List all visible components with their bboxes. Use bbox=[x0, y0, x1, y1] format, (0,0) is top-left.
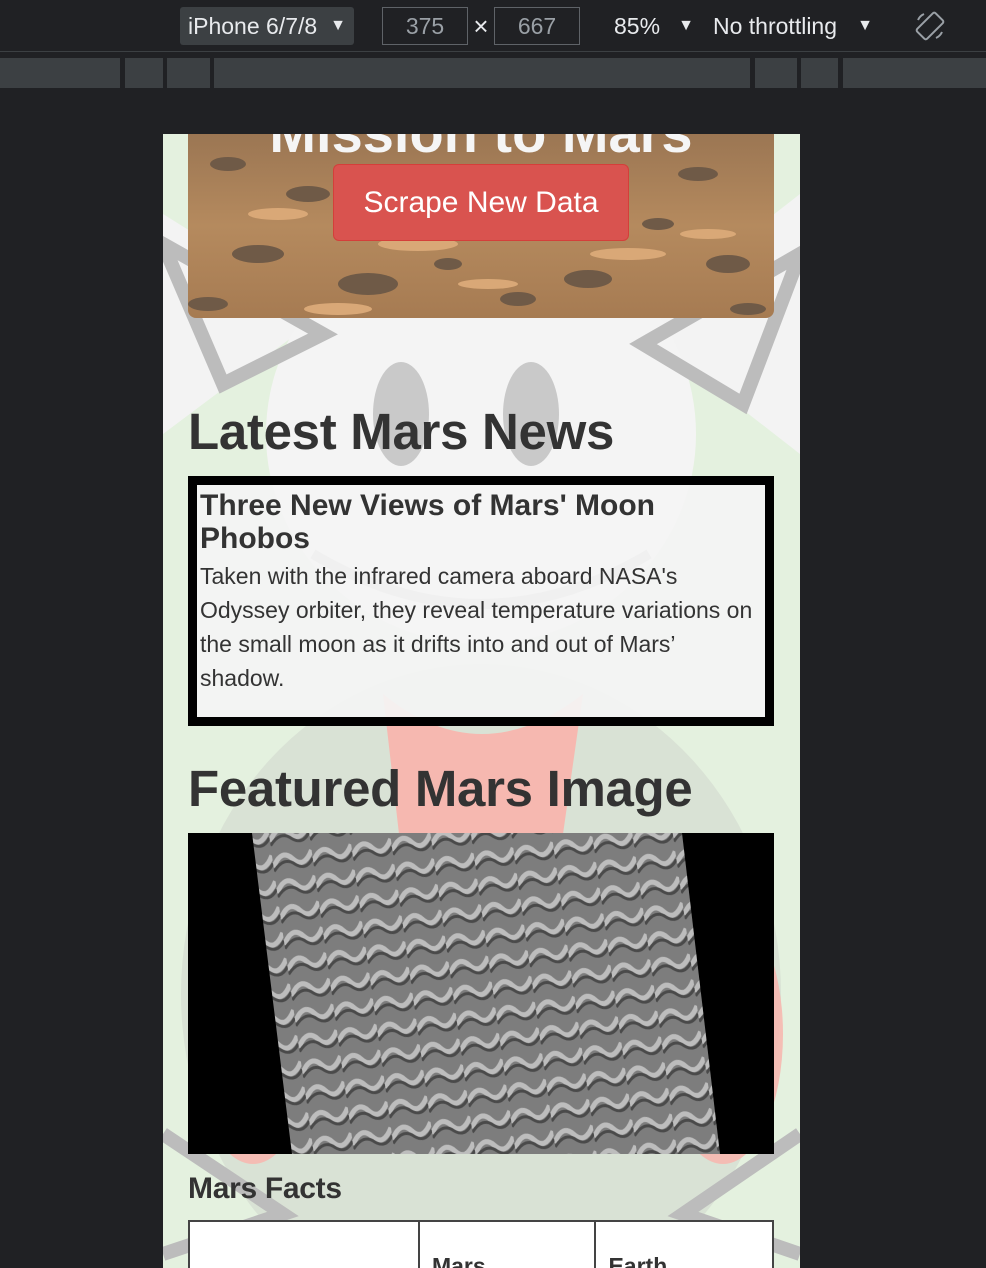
table-header-cell: Earth bbox=[594, 1220, 774, 1268]
news-card: Three New Views of Mars' Moon Phobos Tak… bbox=[188, 476, 774, 726]
scrape-new-data-button[interactable]: Scrape New Data bbox=[333, 164, 629, 241]
device-select[interactable]: iPhone 6/7/8 ▼ bbox=[180, 7, 354, 45]
chevron-down-icon: ▼ bbox=[857, 17, 873, 34]
dimension-separator: × bbox=[473, 10, 489, 41]
news-title: Three New Views of Mars' Moon Phobos bbox=[200, 489, 656, 555]
throttling-select-label: No throttling bbox=[713, 12, 838, 39]
media-query-segment[interactable] bbox=[755, 58, 797, 88]
media-query-segment[interactable] bbox=[167, 58, 210, 88]
rotate-device-button[interactable] bbox=[912, 7, 948, 45]
zoom-select-label: 85% bbox=[614, 12, 661, 39]
media-query-segment[interactable] bbox=[125, 58, 163, 88]
device-viewport: Mission to Mars Scrape New Data Latest M… bbox=[163, 134, 800, 1268]
page-title: Mission to Mars bbox=[188, 134, 774, 165]
throttling-select[interactable]: No throttling ▼ bbox=[713, 7, 873, 45]
device-select-label: iPhone 6/7/8 bbox=[188, 12, 318, 39]
chevron-down-icon: ▼ bbox=[330, 17, 346, 34]
table-header-row: Mars Earth bbox=[188, 1220, 774, 1268]
mars-facts-table: Mars Earth bbox=[188, 1220, 774, 1268]
media-query-segment[interactable] bbox=[843, 58, 986, 88]
latest-news-heading: Latest Mars News bbox=[188, 403, 615, 460]
height-input[interactable]: 667 bbox=[494, 7, 580, 45]
media-query-segment[interactable] bbox=[0, 58, 120, 88]
chevron-down-icon: ▼ bbox=[678, 17, 694, 34]
zoom-select[interactable]: 85% ▼ bbox=[614, 7, 694, 45]
width-input[interactable]: 375 bbox=[382, 7, 468, 45]
devtools-device-toolbar: iPhone 6/7/8 ▼ 375 × 667 85% ▼ No thrott… bbox=[0, 0, 986, 52]
hero-banner: Mission to Mars Scrape New Data bbox=[188, 134, 774, 318]
table-header-cell bbox=[188, 1220, 420, 1268]
rotate-device-icon bbox=[915, 11, 945, 41]
media-query-segment[interactable] bbox=[801, 58, 838, 88]
table-header-cell: Mars bbox=[417, 1220, 597, 1268]
featured-mars-image[interactable] bbox=[188, 833, 774, 1154]
media-query-bar bbox=[0, 58, 986, 88]
media-query-segment[interactable] bbox=[214, 58, 750, 88]
news-paragraph: Taken with the infrared camera aboard NA… bbox=[200, 563, 753, 691]
mars-facts-heading: Mars Facts bbox=[188, 1172, 342, 1205]
mars-dunes-image bbox=[188, 833, 774, 1154]
featured-image-heading: Featured Mars Image bbox=[188, 760, 693, 817]
